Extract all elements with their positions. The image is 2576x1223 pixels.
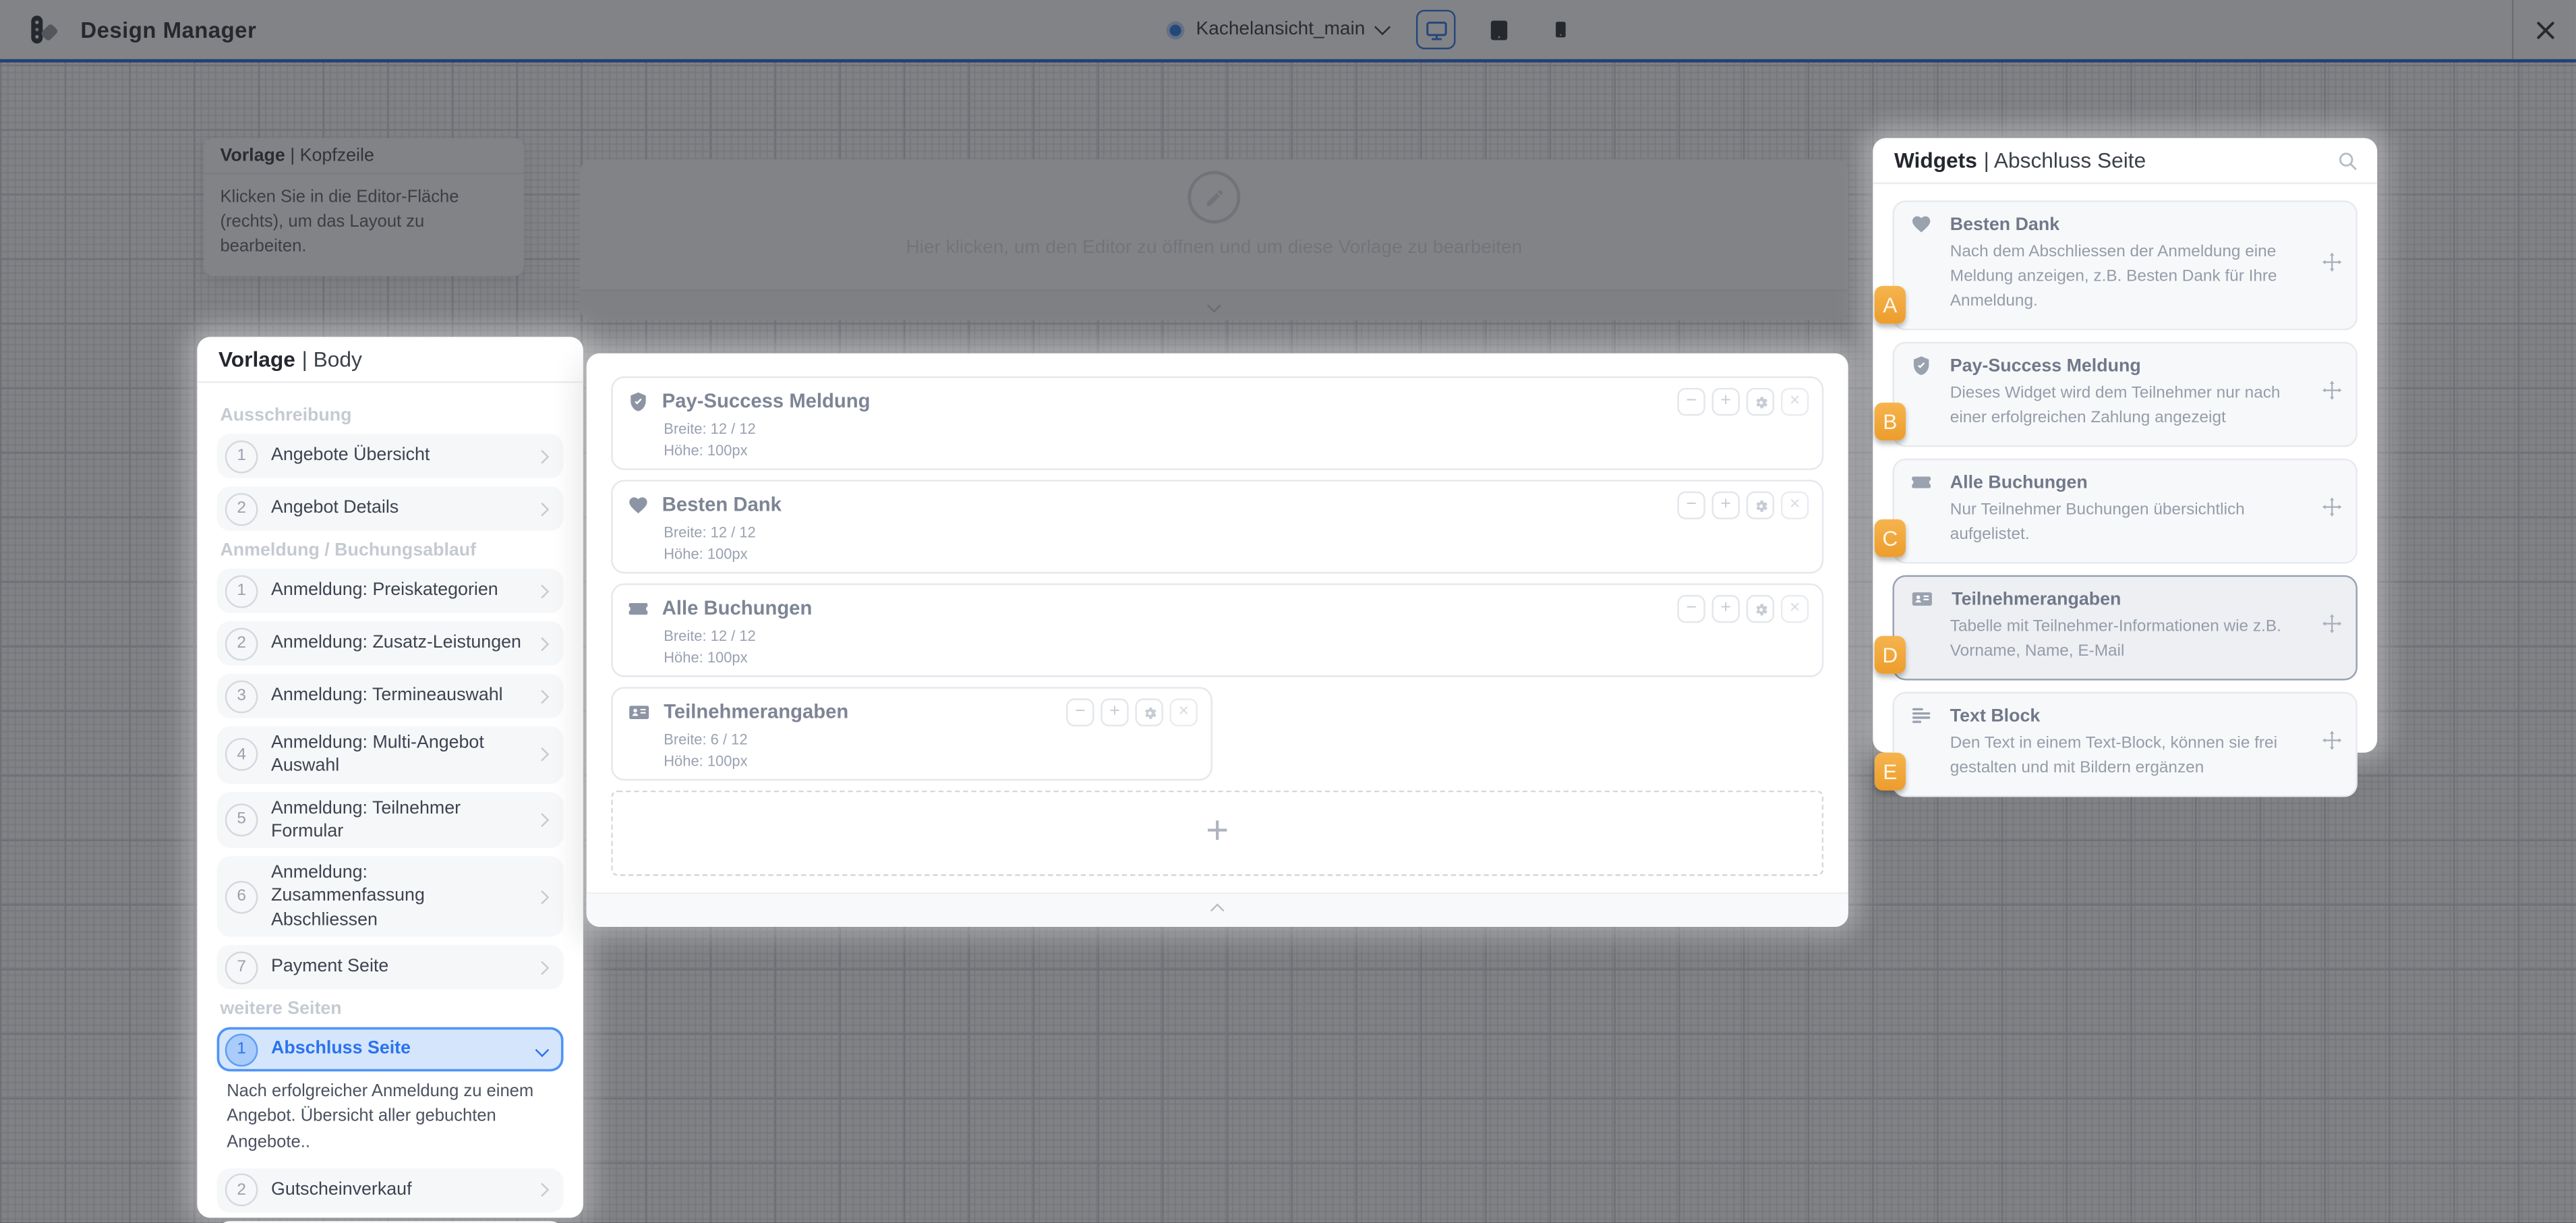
sidebar-item-preiskategorien[interactable]: 1 Anmeldung: Preiskategorien [217, 569, 564, 613]
settings-button[interactable] [1747, 595, 1774, 623]
shield-check-icon [1910, 355, 1932, 376]
heart-icon [628, 494, 649, 515]
chevron-right-icon [535, 502, 550, 516]
section-label-weitere-seiten: weitere Seiten [220, 999, 560, 1019]
widgets-panel-title: Widgets | Abschluss Seite [1873, 138, 2377, 184]
sidebar-item-termineauswahl[interactable]: 3 Anmeldung: Termineauswahl [217, 674, 564, 718]
shrink-button[interactable]: − [1066, 698, 1094, 726]
add-widget-dropzone[interactable]: + [611, 791, 1823, 876]
template-body-panel: Vorlage | Body Ausschreibung 1 Angebote … [197, 337, 583, 1218]
sidebar-item-anfragen[interactable]: 3 Anfragen: Akzeptieren oder Ablehnen [217, 1220, 564, 1223]
card-height-label: Höhe: 100px [664, 751, 1196, 772]
chevron-down-icon [535, 1042, 550, 1056]
abschluss-seite-description: Nach erfolgreicher Anmeldung zu einem An… [227, 1080, 557, 1155]
sidebar-item-multi-angebot[interactable]: 4 Anmeldung: Multi-Angebot Auswahl [217, 727, 564, 783]
section-label-ausschreibung: Ausschreibung [220, 406, 560, 426]
settings-button[interactable] [1747, 388, 1774, 416]
sidebar-item-gutscheinverkauf[interactable]: 2 Gutscheinverkauf [217, 1168, 564, 1212]
widget-item-alle-buchungen[interactable]: Alle Buchungen Nur Teilnehmer Buchungen … [1893, 459, 2358, 564]
search-icon [2336, 150, 2359, 173]
remove-button[interactable]: × [1781, 595, 1809, 623]
plus-icon: + [1206, 809, 1229, 855]
gear-icon [1752, 497, 1768, 513]
shortcut-badge: D [1875, 636, 1906, 674]
gear-icon [1752, 600, 1768, 617]
widget-item-besten-dank[interactable]: Besten Dank Nach dem Abschliessen der An… [1893, 200, 2358, 330]
chevron-up-icon [1210, 903, 1225, 917]
ticket-icon [1910, 472, 1932, 493]
shrink-button[interactable]: − [1677, 595, 1705, 623]
gear-icon [1141, 704, 1157, 720]
card-height-label: Höhe: 100px [664, 544, 1807, 565]
shortcut-badge: A [1875, 286, 1906, 324]
card-width-label: Breite: 12 / 12 [664, 419, 1807, 440]
shrink-button[interactable]: − [1677, 388, 1705, 416]
grow-button[interactable]: + [1712, 388, 1740, 416]
remove-button[interactable]: × [1781, 491, 1809, 519]
grow-button[interactable]: + [1712, 595, 1740, 623]
drag-move-icon[interactable] [2321, 251, 2343, 281]
layout-card-besten-dank[interactable]: Besten Dank Breite: 12 / 12 Höhe: 100px … [611, 480, 1823, 573]
sidebar-item-angebot-details[interactable]: 2 Angebot Details [217, 486, 564, 531]
sidebar-item-abschluss-seite[interactable]: 1 Abschluss Seite [217, 1027, 564, 1072]
sidebar-item-zusatz-leistungen[interactable]: 2 Anmeldung: Zusatz-Leistungen [217, 621, 564, 666]
card-height-label: Höhe: 100px [664, 648, 1807, 669]
settings-button[interactable] [1747, 491, 1774, 519]
sidebar-item-payment-seite[interactable]: 7 Payment Seite [217, 945, 564, 990]
layout-card-teilnehmerangaben[interactable]: Teilnehmerangaben Breite: 6 / 12 Höhe: 1… [611, 687, 1212, 780]
widget-item-teilnehmerangaben[interactable]: Teilnehmerangaben Tabelle mit Teilnehmer… [1893, 575, 2358, 681]
widget-item-text-block[interactable]: Text Block Den Text in einem Text-Block,… [1893, 692, 2358, 797]
drag-move-icon[interactable] [2321, 496, 2343, 526]
settings-button[interactable] [1135, 698, 1163, 726]
chevron-right-icon [535, 748, 550, 762]
shortcut-badge: B [1875, 403, 1906, 440]
sidebar-item-teilnehmer-formular[interactable]: 5 Anmeldung: Teilnehmer Formular [217, 791, 564, 848]
design-manager-window: Design Manager Kachelansicht_main Vorlag… [0, 0, 2576, 1223]
shortcut-badge: C [1875, 519, 1906, 557]
section-label-anmeldung: Anmeldung / Buchungsablauf [220, 541, 560, 561]
grow-button[interactable]: + [1101, 698, 1128, 726]
widget-item-pay-success[interactable]: Pay-Success Meldung Dieses Widget wird d… [1893, 342, 2358, 447]
grow-button[interactable]: + [1712, 491, 1740, 519]
card-width-label: Breite: 12 / 12 [664, 626, 1807, 648]
panel-collapse-strip[interactable] [587, 892, 1848, 927]
id-card-icon [1910, 588, 1933, 610]
chevron-right-icon [535, 813, 550, 827]
shield-check-icon [628, 391, 649, 412]
chevron-right-icon [535, 636, 550, 650]
heart-icon [1910, 214, 1932, 235]
chevron-right-icon [535, 961, 550, 975]
id-card-icon [628, 701, 651, 722]
remove-button[interactable]: × [1170, 698, 1198, 726]
body-panel-title: Vorlage | Body [197, 337, 583, 382]
sidebar-item-zusammenfassung[interactable]: 6 Anmeldung: Zusammenfassung Abschliesse… [217, 857, 564, 937]
shortcut-badge: E [1875, 753, 1906, 791]
chevron-right-icon [535, 449, 550, 463]
layout-card-pay-success[interactable]: Pay-Success Meldung Breite: 12 / 12 Höhe… [611, 376, 1823, 470]
widgets-palette-panel: Widgets | Abschluss Seite Besten Dank Na… [1873, 138, 2377, 753]
layout-editor-panel: Pay-Success Meldung Breite: 12 / 12 Höhe… [587, 353, 1848, 927]
sidebar-item-angebote-uebersicht[interactable]: 1 Angebote Übersicht [217, 434, 564, 478]
search-button[interactable] [2336, 150, 2359, 177]
layout-card-alle-buchungen[interactable]: Alle Buchungen Breite: 12 / 12 Höhe: 100… [611, 584, 1823, 677]
card-height-label: Höhe: 100px [664, 440, 1807, 462]
chevron-right-icon [535, 890, 550, 904]
text-block-icon [1910, 705, 1932, 727]
card-width-label: Breite: 12 / 12 [664, 523, 1807, 544]
ticket-icon [628, 598, 649, 619]
card-width-label: Breite: 6 / 12 [664, 730, 1196, 751]
chevron-right-icon [535, 1183, 550, 1197]
gear-icon [1752, 393, 1768, 409]
drag-move-icon[interactable] [2321, 380, 2343, 409]
chevron-right-icon [535, 584, 550, 598]
shrink-button[interactable]: − [1677, 491, 1705, 519]
drag-move-icon[interactable] [2321, 613, 2343, 643]
chevron-right-icon [535, 689, 550, 703]
drag-move-icon[interactable] [2321, 730, 2343, 760]
remove-button[interactable]: × [1781, 388, 1809, 416]
